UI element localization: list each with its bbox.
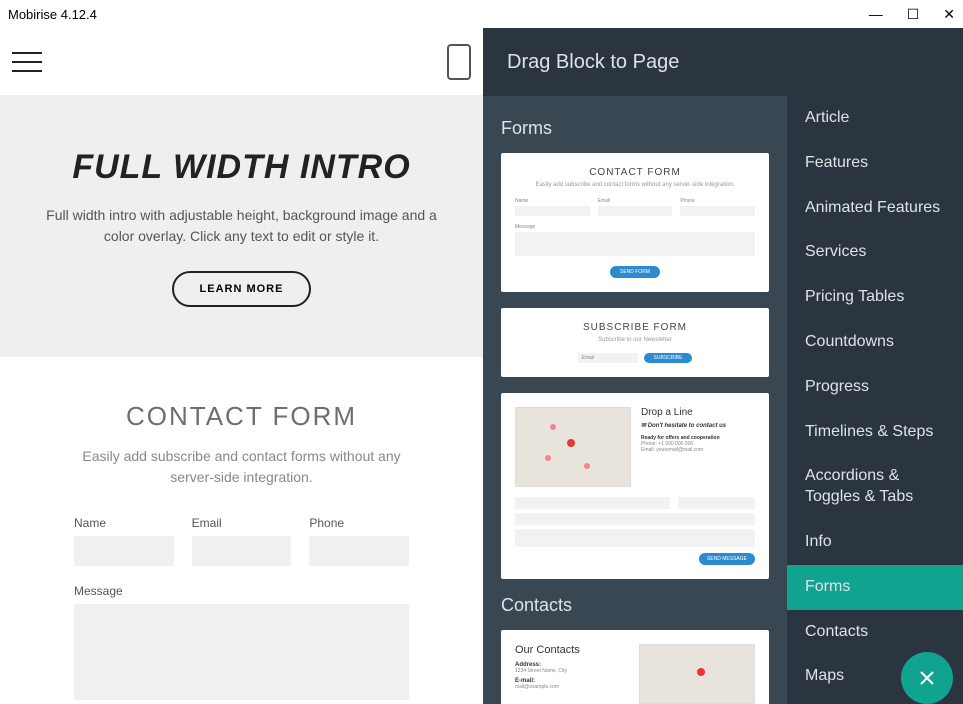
panel-header: Drag Block to Page bbox=[483, 28, 963, 96]
section-contacts: Contacts bbox=[501, 595, 769, 616]
category-animated-features[interactable]: Animated Features bbox=[787, 186, 963, 231]
block-thumb-contact-form[interactable]: CONTACT FORM Easily add subscribe and co… bbox=[501, 153, 769, 292]
blocks-list[interactable]: Forms CONTACT FORM Easily add subscribe … bbox=[483, 96, 787, 704]
intro-title[interactable]: FULL WIDTH INTRO bbox=[30, 148, 453, 187]
email-label: Email bbox=[192, 516, 292, 530]
phone-label: Phone bbox=[309, 516, 409, 530]
category-list: ArticleFeaturesAnimated FeaturesServices… bbox=[787, 96, 963, 704]
mobile-device-icon[interactable] bbox=[447, 44, 471, 80]
category-contacts[interactable]: Contacts bbox=[787, 610, 963, 655]
block-thumb-subscribe-form[interactable]: SUBSCRIBE FORM Subscribe to our Newslett… bbox=[501, 308, 769, 377]
map-thumbnail-icon bbox=[515, 407, 631, 487]
app-title: Mobirise 4.12.4 bbox=[8, 7, 97, 22]
contact-title[interactable]: CONTACT FORM bbox=[74, 401, 409, 432]
close-panel-button[interactable] bbox=[901, 652, 953, 704]
intro-block[interactable]: FULL WIDTH INTRO Full width intro with a… bbox=[0, 96, 483, 357]
contact-subtitle[interactable]: Easily add subscribe and contact forms w… bbox=[74, 446, 409, 488]
canvas-area: FULL WIDTH INTRO Full width intro with a… bbox=[0, 28, 483, 704]
message-label: Message bbox=[74, 584, 409, 598]
category-timelines-steps[interactable]: Timelines & Steps bbox=[787, 410, 963, 455]
minimize-button[interactable]: — bbox=[869, 6, 883, 22]
category-pricing-tables[interactable]: Pricing Tables bbox=[787, 275, 963, 320]
category-forms[interactable]: Forms bbox=[787, 565, 963, 610]
category-countdowns[interactable]: Countdowns bbox=[787, 320, 963, 365]
category-features[interactable]: Features bbox=[787, 141, 963, 186]
titlebar: Mobirise 4.12.4 — ☐ ✕ bbox=[0, 0, 963, 28]
category-services[interactable]: Services bbox=[787, 230, 963, 275]
close-button[interactable]: ✕ bbox=[943, 6, 955, 23]
section-forms: Forms bbox=[501, 118, 769, 139]
hamburger-icon[interactable] bbox=[12, 52, 42, 72]
phone-input[interactable] bbox=[309, 536, 409, 566]
category-info[interactable]: Info bbox=[787, 520, 963, 565]
maximize-button[interactable]: ☐ bbox=[907, 6, 920, 23]
close-icon bbox=[917, 668, 937, 688]
map-thumbnail-icon bbox=[639, 644, 755, 704]
category-progress[interactable]: Progress bbox=[787, 365, 963, 410]
category-article[interactable]: Article bbox=[787, 96, 963, 141]
email-input[interactable] bbox=[192, 536, 292, 566]
name-label: Name bbox=[74, 516, 174, 530]
envelope-icon: ✉ bbox=[641, 423, 646, 429]
message-textarea[interactable] bbox=[74, 604, 409, 700]
contact-form-block[interactable]: CONTACT FORM Easily add subscribe and co… bbox=[0, 357, 483, 704]
category-accordions-toggles-tabs[interactable]: Accordions & Toggles & Tabs bbox=[787, 454, 963, 520]
name-input[interactable] bbox=[74, 536, 174, 566]
learn-more-button[interactable]: LEARN MORE bbox=[172, 271, 312, 307]
blocks-panel: Drag Block to Page Forms CONTACT FORM Ea… bbox=[483, 28, 963, 704]
editor-topbar bbox=[0, 28, 483, 96]
block-thumb-drop-a-line[interactable]: Drop a Line ✉ Don't hesitate to contact … bbox=[501, 393, 769, 579]
intro-subtitle[interactable]: Full width intro with adjustable height,… bbox=[30, 205, 453, 247]
block-thumb-our-contacts[interactable]: Our Contacts Address: 1234 Street Name, … bbox=[501, 630, 769, 704]
